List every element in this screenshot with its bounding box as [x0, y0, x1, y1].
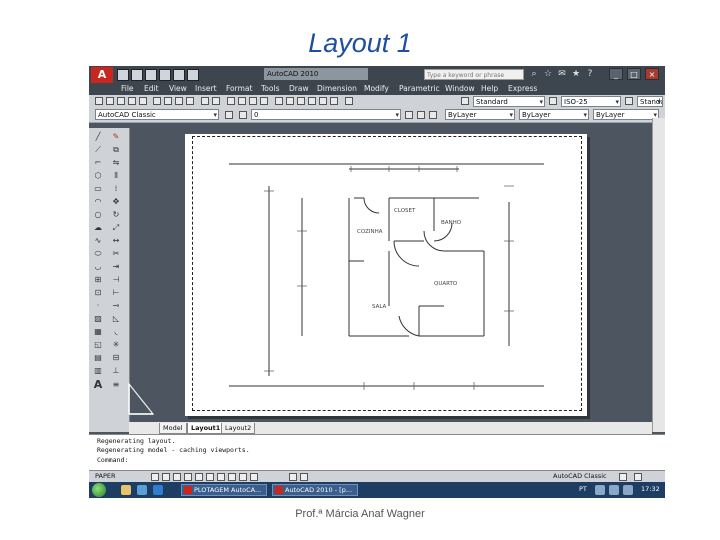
- windows-taskbar: PLOTAGEM AutoCA... AutoCAD 2010 - [p... …: [89, 482, 665, 498]
- dyn-button[interactable]: [228, 473, 236, 481]
- folder-icon[interactable]: [121, 485, 131, 495]
- autocad-app-icon: [275, 486, 283, 494]
- taskbar-app-plotagem[interactable]: PLOTAGEM AutoCA...: [181, 484, 267, 496]
- slide-title: Layout 1: [308, 28, 412, 58]
- taskbar-app-plotagem-label: PLOTAGEM AutoCA...: [194, 486, 262, 494]
- coordinate-readout: PAPER: [95, 472, 116, 480]
- command-prompt[interactable]: Command:: [97, 456, 128, 464]
- room-label-cozinha: COZINHA: [357, 229, 383, 235]
- floor-plan-drawing: CLOSET BANHO COZINHA QUARTO SALA: [229, 163, 544, 390]
- workspace-status[interactable]: AutoCAD Classic: [553, 472, 607, 480]
- volume-icon[interactable]: [609, 485, 619, 495]
- lock-icon[interactable]: [619, 473, 627, 481]
- quick-view-drawings-button[interactable]: [300, 473, 308, 481]
- slide-footer: Prof.ª Márcia Anaf Wagner: [295, 508, 425, 520]
- tab-model[interactable]: Model: [159, 423, 187, 434]
- taskbar-app-autocad-label: AutoCAD 2010 - [p...: [285, 486, 353, 494]
- osnap-button[interactable]: [195, 473, 203, 481]
- layout-tabs-bar: Model Layout1 Layout2: [129, 422, 652, 434]
- command-window[interactable]: Regenerating layout. Regenerating model …: [89, 434, 665, 471]
- command-line-2: Regenerating model - caching viewports.: [97, 446, 250, 454]
- browser-icon[interactable]: [153, 485, 163, 495]
- start-button[interactable]: [92, 483, 106, 497]
- room-label-closet: CLOSET: [394, 208, 416, 214]
- qp-button[interactable]: [250, 473, 258, 481]
- clean-screen-icon[interactable]: [634, 473, 642, 481]
- media-player-icon[interactable]: [137, 485, 147, 495]
- ortho-button[interactable]: [173, 473, 181, 481]
- pdf-app-icon: [184, 486, 192, 494]
- room-label-quarto: QUARTO: [434, 281, 458, 287]
- polar-button[interactable]: [184, 473, 192, 481]
- vertical-scrollbar[interactable]: [652, 118, 665, 432]
- taskbar-app-autocad[interactable]: AutoCAD 2010 - [p...: [272, 484, 358, 496]
- clock: 17:32: [641, 485, 660, 493]
- quick-view-layouts-button[interactable]: [289, 473, 297, 481]
- otrack-button[interactable]: [206, 473, 214, 481]
- tab-layout1[interactable]: Layout1: [187, 423, 225, 434]
- room-label-banho: BANHO: [441, 220, 462, 226]
- grid-button[interactable]: [162, 473, 170, 481]
- battery-icon[interactable]: [623, 485, 633, 495]
- autocad-screenshot: A AutoCAD 2010 Type a keyword or phrase …: [89, 66, 665, 498]
- language-indicator[interactable]: PT: [579, 485, 587, 493]
- command-line-1: Regenerating layout.: [97, 437, 176, 445]
- network-icon[interactable]: [595, 485, 605, 495]
- room-label-sala: SALA: [372, 304, 387, 310]
- tab-layout2[interactable]: Layout2: [221, 423, 256, 434]
- snap-button[interactable]: [151, 473, 159, 481]
- ducs-button[interactable]: [217, 473, 225, 481]
- ucs-icon: [128, 382, 155, 415]
- lwt-button[interactable]: [239, 473, 247, 481]
